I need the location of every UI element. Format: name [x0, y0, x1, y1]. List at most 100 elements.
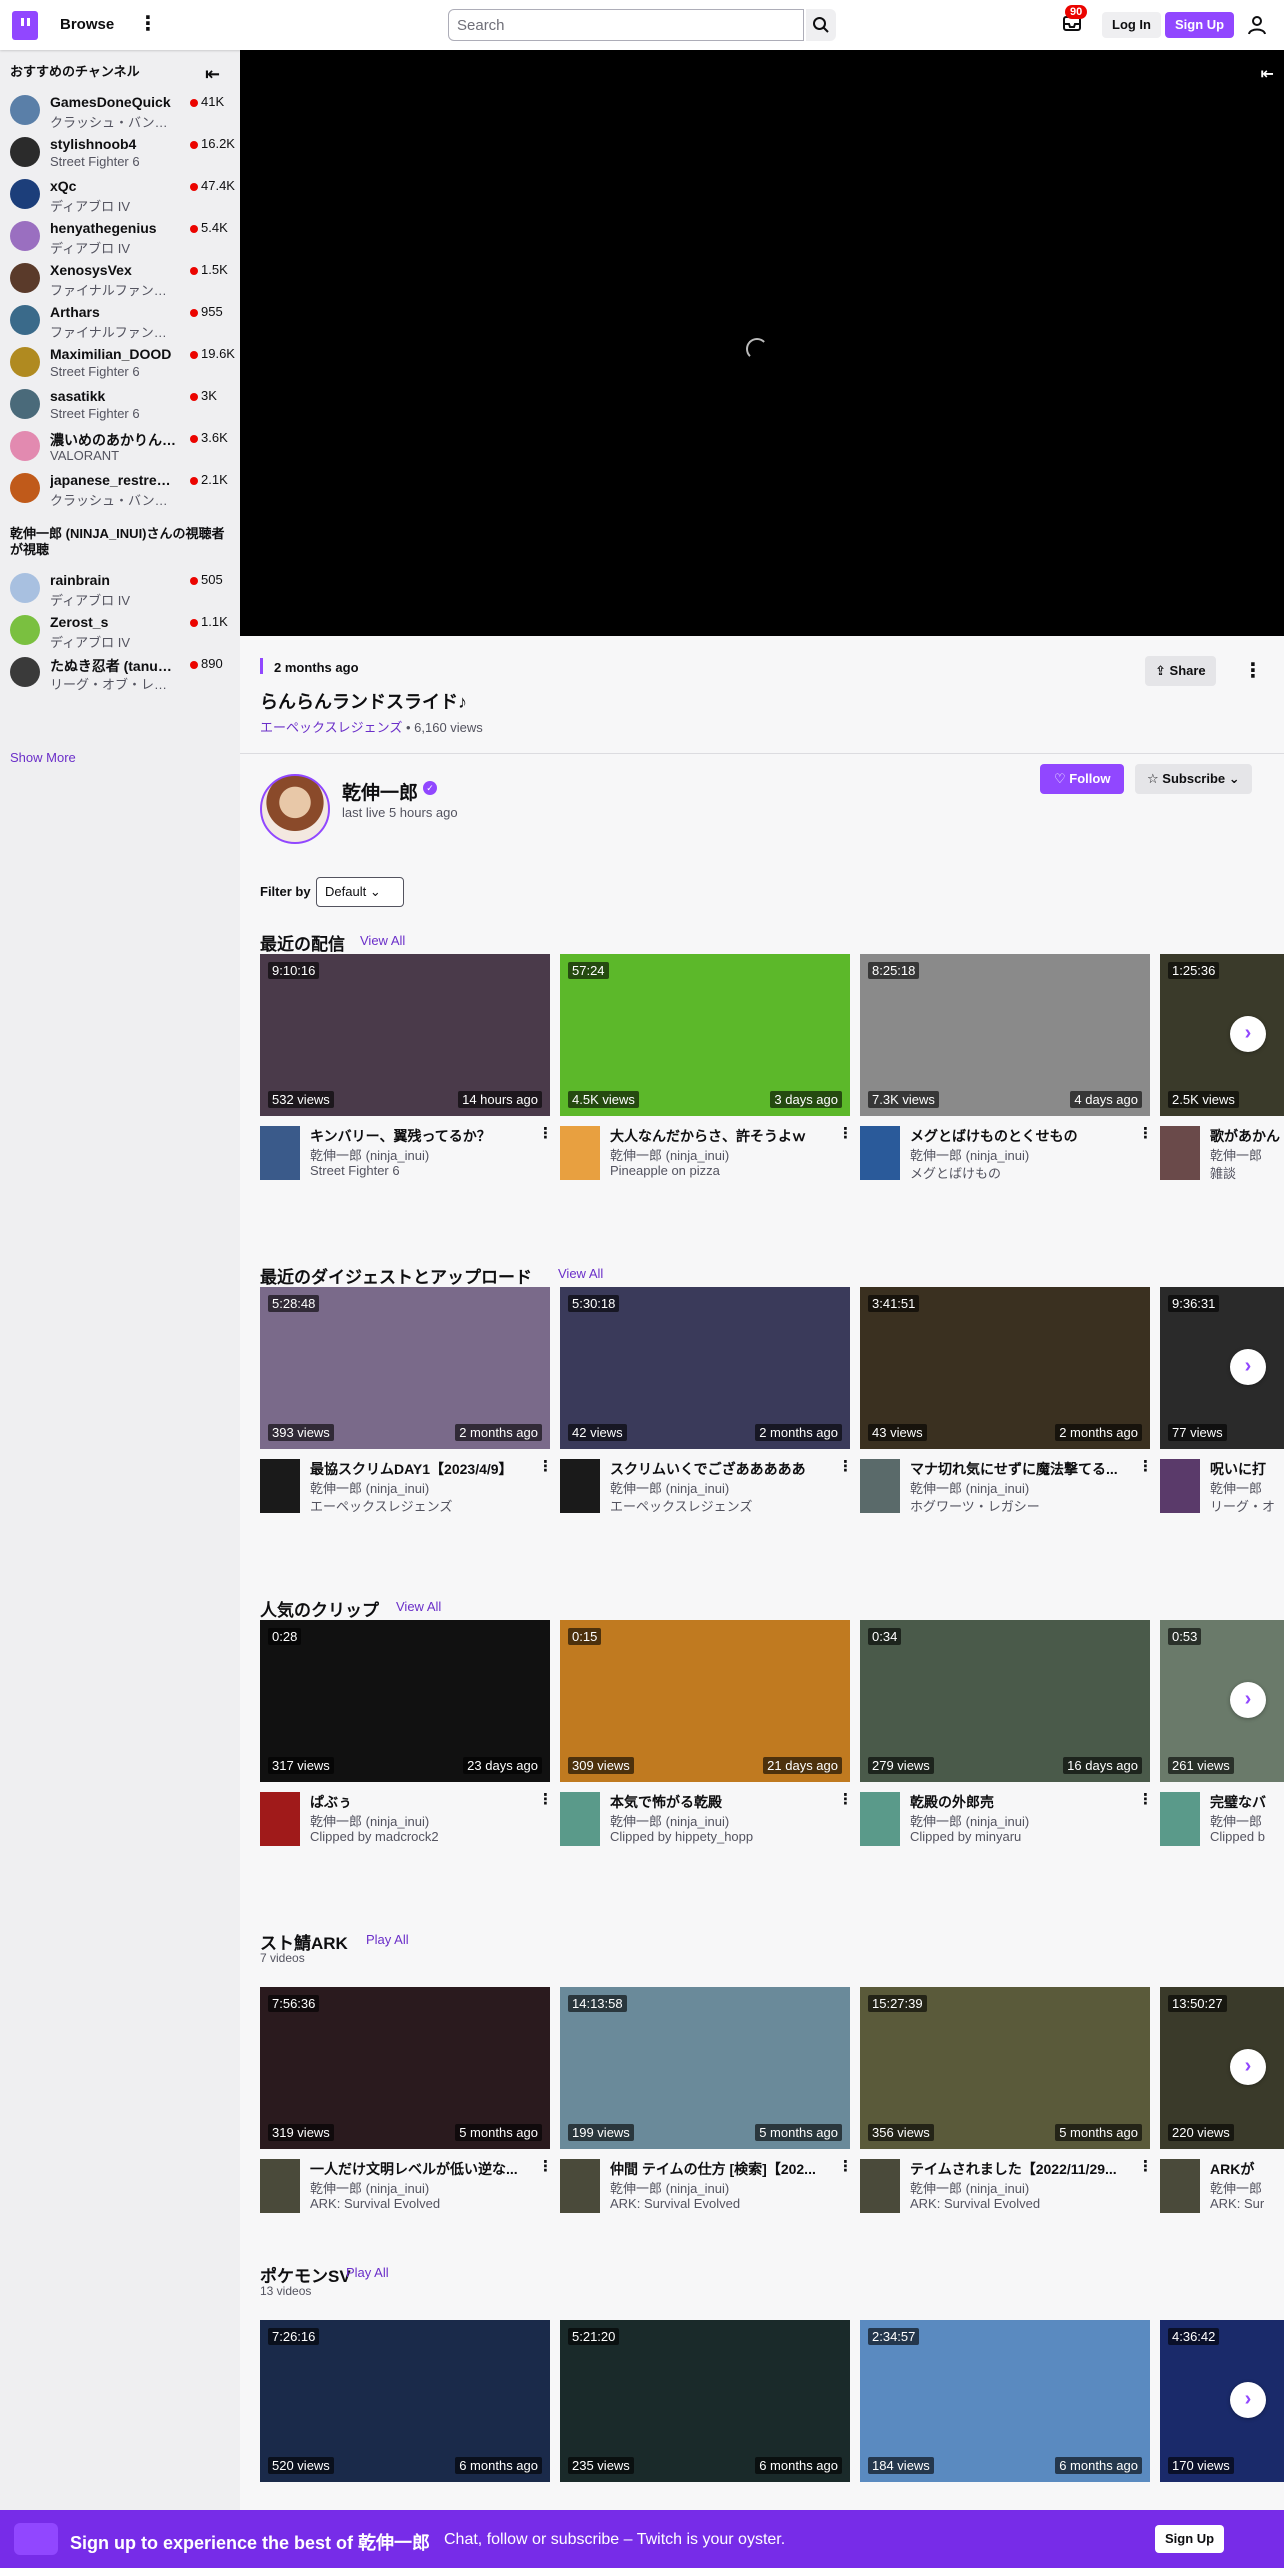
sidebar-channel[interactable]: Maximilian_DOOD Street Fighter 6 19.6K	[0, 340, 240, 382]
video-thumbnail[interactable]: 8:25:18 7.3K views 4 days ago	[860, 954, 1150, 1116]
channel-name[interactable]: 乾伸一郎	[342, 778, 418, 805]
card-title[interactable]: 仲間 テイムの仕方 [検索]【202...	[610, 2159, 836, 2179]
card-meta[interactable]: ホグワーツ・レガシー	[910, 1496, 1136, 1515]
collapse-sidebar-icon[interactable]: ⇤	[205, 64, 220, 85]
next-arrow-icon[interactable]: ›	[1230, 1682, 1266, 1718]
sidebar-channel[interactable]: XenosysVex ファイナルファンタ... 1.5K	[0, 256, 240, 298]
video-thumbnail[interactable]: 5:30:18 42 views 2 months ago	[560, 1287, 850, 1449]
card-meta[interactable]: ARK: Sur	[1210, 2196, 1284, 2211]
show-more-link[interactable]: Show More	[10, 750, 76, 765]
video-thumbnail[interactable]: 9:10:16 532 views 14 hours ago	[260, 954, 550, 1116]
sidebar-channel[interactable]: japanese_restream クラッシュ・バンデ... 2.1K	[0, 466, 240, 508]
game-boxart[interactable]	[1160, 1792, 1200, 1846]
next-arrow-icon[interactable]: ›	[1230, 1349, 1266, 1385]
card-menu-icon[interactable]: ⋮	[1138, 1790, 1153, 1808]
sidebar-channel[interactable]: stylishnoob4 Street Fighter 6 16.2K	[0, 130, 240, 172]
sidebar-channel[interactable]: Arthars ファイナルファンタ... 955	[0, 298, 240, 340]
card-channel[interactable]: 乾伸一郎 (ninja_inui)	[910, 1811, 1136, 1830]
video-more-icon[interactable]: ⋮	[1243, 658, 1263, 683]
card-meta[interactable]: 雑談	[1210, 1163, 1284, 1182]
video-thumbnail[interactable]: 15:27:39 356 views 5 months ago	[860, 1987, 1150, 2149]
card-channel[interactable]: 乾伸一郎 (ninja_inui)	[910, 1145, 1136, 1164]
game-boxart[interactable]	[860, 2159, 900, 2213]
card-menu-icon[interactable]: ⋮	[838, 2157, 853, 2175]
card-channel[interactable]: 乾伸一郎	[1210, 1811, 1284, 1830]
video-thumbnail[interactable]: 3:41:51 43 views 2 months ago	[860, 1287, 1150, 1449]
shelf-link[interactable]: Play All	[366, 1932, 409, 1947]
filter-select[interactable]: Default ⌄	[316, 877, 404, 907]
shelf-link[interactable]: View All	[558, 1266, 603, 1281]
card-channel[interactable]: 乾伸一郎 (ninja_inui)	[610, 1478, 836, 1497]
game-boxart[interactable]	[560, 1792, 600, 1846]
card-meta[interactable]: ARK: Survival Evolved	[910, 2196, 1136, 2211]
game-boxart[interactable]	[860, 1126, 900, 1180]
card-title[interactable]: 完璧なバ	[1210, 1792, 1284, 1812]
video-thumbnail[interactable]: 57:24 4.5K views 3 days ago	[560, 954, 850, 1116]
video-thumbnail[interactable]: 7:26:16 520 views 6 months ago	[260, 2320, 550, 2482]
card-menu-icon[interactable]: ⋮	[538, 1457, 553, 1475]
channel-avatar[interactable]	[260, 774, 330, 844]
video-thumbnail[interactable]: 5:28:48 393 views 2 months ago	[260, 1287, 550, 1449]
card-channel[interactable]: 乾伸一郎 (ninja_inui)	[610, 2178, 836, 2197]
card-meta[interactable]: リーグ・オ	[1210, 1496, 1284, 1515]
card-title[interactable]: 最協スクリムDAY1【2023/4/9】	[310, 1459, 536, 1479]
card-meta[interactable]: エーペックスレジェンズ	[310, 1496, 536, 1515]
next-arrow-icon[interactable]: ›	[1230, 2049, 1266, 2085]
expand-icon[interactable]: ⇤	[1261, 64, 1274, 84]
browse-link[interactable]: Browse	[60, 16, 114, 33]
video-thumbnail[interactable]: 0:15 309 views 21 days ago	[560, 1620, 850, 1782]
video-thumbnail[interactable]: 2:34:57 184 views 6 months ago	[860, 2320, 1150, 2482]
card-channel[interactable]: 乾伸一郎 (ninja_inui)	[910, 2178, 1136, 2197]
game-boxart[interactable]	[860, 1792, 900, 1846]
shelf-link[interactable]: View All	[396, 1599, 441, 1614]
twitch-logo-icon[interactable]	[12, 11, 38, 40]
sidebar-channel[interactable]: rainbrain ディアブロ IV 505	[0, 566, 240, 608]
card-title[interactable]: 本気で怖がる乾殿	[610, 1792, 836, 1812]
card-menu-icon[interactable]: ⋮	[1138, 1124, 1153, 1142]
video-thumbnail[interactable]: 14:13:58 199 views 5 months ago	[560, 1987, 850, 2149]
card-title[interactable]: 歌があかん	[1210, 1126, 1284, 1146]
share-button[interactable]: ⇪ Share	[1145, 656, 1216, 686]
video-player[interactable]: ⇤	[240, 50, 1284, 636]
card-channel[interactable]: 乾伸一郎 (ninja_inui)	[610, 1145, 836, 1164]
card-meta[interactable]: Street Fighter 6	[310, 1163, 536, 1178]
card-title[interactable]: ARKが	[1210, 2159, 1284, 2179]
card-menu-icon[interactable]: ⋮	[538, 1124, 553, 1142]
next-arrow-icon[interactable]: ›	[1230, 2382, 1266, 2418]
card-channel[interactable]: 乾伸一郎 (ninja_inui)	[310, 2178, 536, 2197]
card-meta[interactable]: Pineapple on pizza	[610, 1163, 836, 1178]
game-boxart[interactable]	[560, 1126, 600, 1180]
card-menu-icon[interactable]: ⋮	[1138, 2157, 1153, 2175]
card-meta[interactable]: Clipped by madcrock2	[310, 1829, 536, 1844]
card-menu-icon[interactable]: ⋮	[838, 1790, 853, 1808]
card-meta[interactable]: ARK: Survival Evolved	[610, 2196, 836, 2211]
card-title[interactable]: メグとばけものとくせもの	[910, 1126, 1136, 1146]
game-boxart[interactable]	[1160, 1126, 1200, 1180]
more-menu-icon[interactable]: ⋮	[138, 12, 158, 36]
card-title[interactable]: マナ切れ気にせずに魔法撃てる...	[910, 1459, 1136, 1479]
card-channel[interactable]: 乾伸一郎	[1210, 2178, 1284, 2197]
card-channel[interactable]: 乾伸一郎 (ninja_inui)	[910, 1478, 1136, 1497]
card-menu-icon[interactable]: ⋮	[1138, 1457, 1153, 1475]
login-button[interactable]: Log In	[1102, 12, 1161, 38]
banner-signup-button[interactable]: Sign Up	[1155, 2525, 1225, 2553]
card-menu-icon[interactable]: ⋮	[838, 1124, 853, 1142]
card-meta[interactable]: Clipped b	[1210, 1829, 1284, 1844]
card-menu-icon[interactable]: ⋮	[538, 2157, 553, 2175]
user-icon[interactable]	[1248, 15, 1266, 35]
card-title[interactable]: 呪いに打	[1210, 1459, 1284, 1479]
signup-button[interactable]: Sign Up	[1165, 12, 1235, 38]
card-meta[interactable]: Clipped by minyaru	[910, 1829, 1136, 1844]
card-channel[interactable]: 乾伸一郎 (ninja_inui)	[310, 1145, 536, 1164]
card-meta[interactable]: Clipped by hippety_hopp	[610, 1829, 836, 1844]
sidebar-channel[interactable]: sasatikk Street Fighter 6 3K	[0, 382, 240, 424]
card-title[interactable]: 乾殿の外郎売	[910, 1792, 1136, 1812]
card-menu-icon[interactable]: ⋮	[838, 1457, 853, 1475]
video-thumbnail[interactable]: 7:56:36 319 views 5 months ago	[260, 1987, 550, 2149]
game-boxart[interactable]	[1160, 1459, 1200, 1513]
game-boxart[interactable]	[860, 1459, 900, 1513]
card-channel[interactable]: 乾伸一郎	[1210, 1145, 1284, 1164]
game-boxart[interactable]	[560, 1459, 600, 1513]
sidebar-channel[interactable]: 濃いめのあかりん (... VALORANT 3.6K	[0, 424, 240, 466]
sidebar-channel[interactable]: xQc ディアブロ IV 47.4K	[0, 172, 240, 214]
